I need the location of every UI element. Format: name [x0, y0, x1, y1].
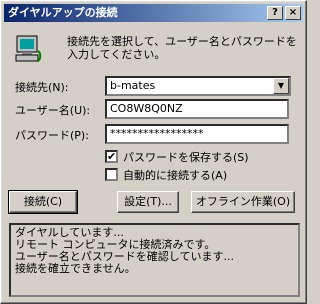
auto-connect-checkbox[interactable]: 自動的に接続する(A) — [105, 167, 285, 183]
title-bar[interactable]: ダイヤルアップの接続 ? × — [4, 4, 303, 22]
chevron-down-icon[interactable]: ▼ — [273, 78, 289, 94]
username-label: ユーザー名(U): — [15, 104, 91, 117]
settings-button[interactable]: 設定(T)... — [117, 191, 179, 213]
username-input[interactable]: CO8W8Q0NZ — [105, 99, 289, 119]
save-password-checkbox[interactable]: ✔ パスワードを保存する(S) — [105, 149, 285, 165]
password-input[interactable]: ***************** — [105, 124, 289, 144]
window-title: ダイヤルアップの接続 — [8, 6, 118, 19]
password-label: パスワード(P): — [15, 129, 89, 142]
close-icon[interactable]: × — [285, 6, 301, 20]
checkmark-icon[interactable]: ✔ — [105, 150, 118, 163]
status-line: 接続を確立できません。 — [15, 262, 136, 275]
connection-select[interactable]: b-mates ▼ — [105, 76, 291, 96]
checkbox-box[interactable] — [105, 168, 118, 181]
status-box: ダイヤルしています... リモート コンピュータに接続済みです。 ユーザー名とパ… — [9, 223, 300, 297]
connection-label: 接続先(N): — [15, 81, 69, 94]
instruction-text: 接続先を選択して、ユーザー名とパスワードを入力してください。 — [67, 35, 297, 61]
auto-connect-label: 自動的に接続する(A) — [123, 169, 228, 182]
help-icon[interactable]: ? — [267, 6, 283, 20]
connect-button[interactable]: 接続(C) — [8, 190, 78, 214]
dialup-dialog: ダイヤルアップの接続 ? × 接続先を選択して、ユーザー名とパスワードを入力して… — [0, 0, 307, 304]
offline-work-button[interactable]: オフライン作業(O) — [191, 191, 295, 213]
save-password-label: パスワードを保存する(S) — [123, 151, 249, 164]
connection-value: b-mates — [110, 79, 156, 92]
computer-icon — [15, 35, 42, 62]
